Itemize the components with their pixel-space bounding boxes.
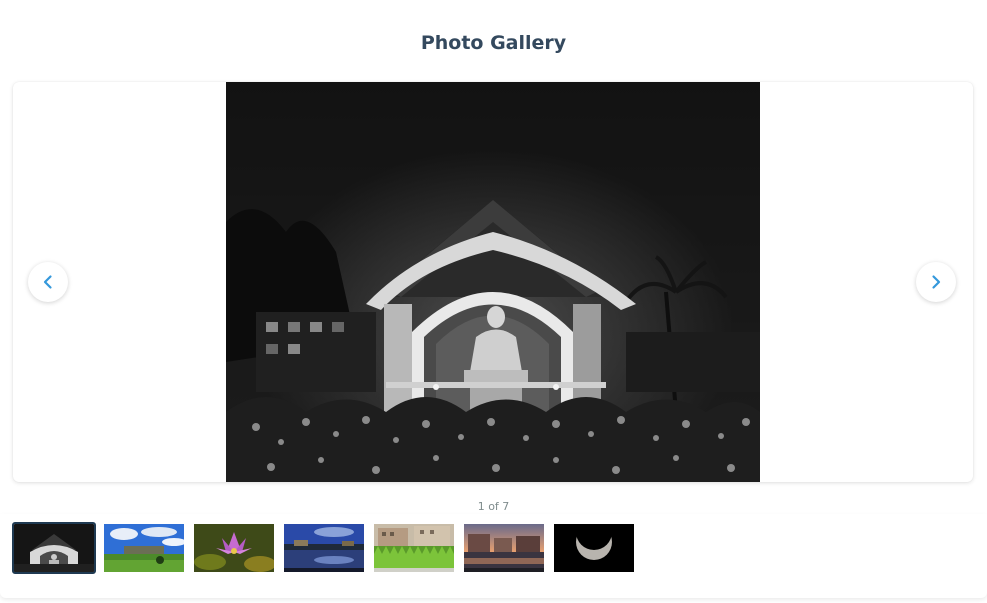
thumbnail-3[interactable] xyxy=(194,524,274,572)
thumbnail-2[interactable] xyxy=(104,524,184,572)
photo-viewer xyxy=(13,82,973,482)
photo-counter: 1 of 7 xyxy=(477,500,510,513)
thumbnail-1[interactable] xyxy=(12,522,96,574)
thumbnail-5[interactable] xyxy=(374,524,454,572)
thumbnail-strip xyxy=(0,514,987,598)
next-photo-button[interactable] xyxy=(916,262,956,302)
thumbnail-6[interactable] xyxy=(464,524,544,572)
chevron-right-icon xyxy=(932,275,941,289)
chevron-left-icon xyxy=(43,275,52,289)
previous-photo-button[interactable] xyxy=(28,262,68,302)
thumbnail-7[interactable] xyxy=(554,524,634,572)
page-title: Photo Gallery xyxy=(420,32,567,54)
thumbnail-4[interactable] xyxy=(284,524,364,572)
main-photo xyxy=(226,82,760,482)
